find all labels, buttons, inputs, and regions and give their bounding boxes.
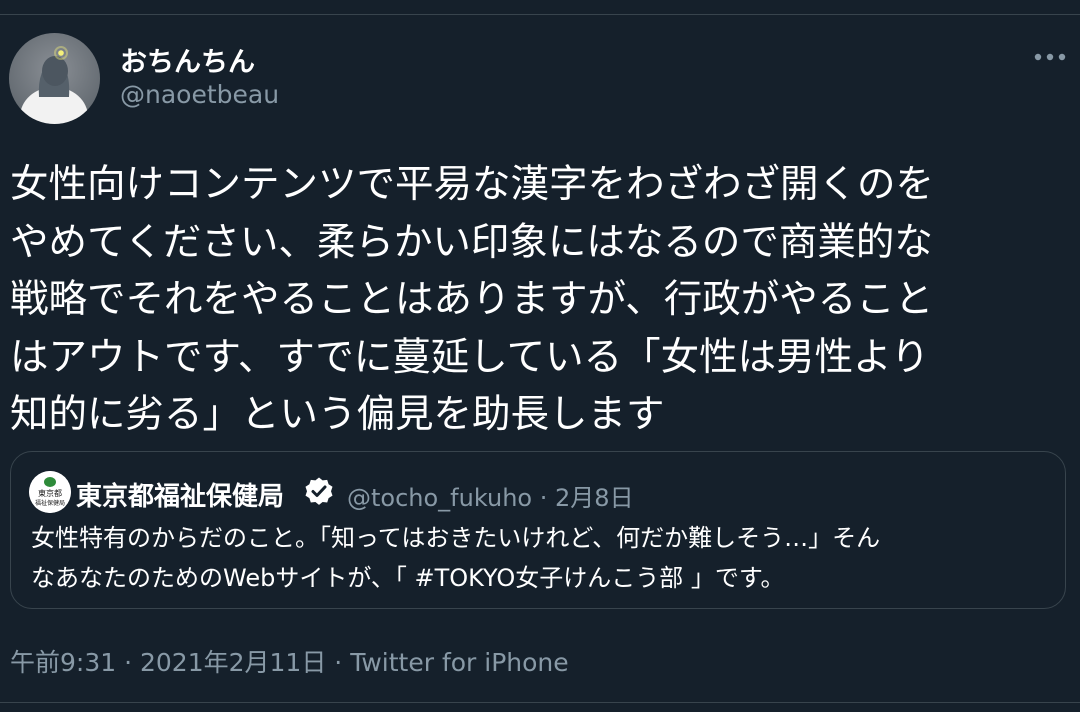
quote-date[interactable]: 2月8日 bbox=[555, 484, 634, 512]
quote-handle[interactable]: @tocho_fukuho bbox=[347, 484, 532, 512]
top-divider bbox=[0, 14, 1080, 15]
tokyo-logo-icon[interactable]: 東京都 福祉保健局 bbox=[29, 471, 71, 513]
footer-separator: · bbox=[124, 648, 133, 677]
tweet-text-line: 女性向けコンテンツで平易な漢字をわざわざ開くのを bbox=[10, 162, 935, 207]
tokyo-logo-text-2: 福祉保健局 bbox=[35, 499, 65, 507]
verified-badge-icon bbox=[303, 476, 335, 508]
quote-text-line: 女性特有のからだのこと。「知ってはおきたいけれど、何だか難しそう…」そん bbox=[31, 524, 881, 552]
tweet-text-line: やめてください、柔らかい印象にはなるので商業的な bbox=[10, 219, 933, 265]
author-display-name[interactable]: おちんちん bbox=[120, 40, 255, 79]
quote-display-name[interactable]: 東京都福祉保健局 bbox=[76, 476, 284, 513]
tweet-text-line: 戦略でそれをやることはありますが、行政がやること bbox=[10, 277, 934, 322]
tweet-footer: 午前9:31 · 2021年2月11日 · Twitter for iPhone bbox=[10, 643, 569, 679]
quote-text-line: なあなたのためのWebサイトが、「 #TOKYO女子けんこう部 」です。 bbox=[31, 564, 785, 592]
quoted-tweet-card[interactable]: 東京都 福祉保健局 東京都福祉保健局 @tocho_fukuho · 2月8日 … bbox=[10, 451, 1066, 609]
tweet-date[interactable]: 2021年2月11日 bbox=[140, 648, 326, 677]
footer-separator: · bbox=[334, 648, 343, 677]
tweet-source[interactable]: Twitter for iPhone bbox=[350, 648, 568, 677]
quote-separator: · bbox=[539, 484, 548, 512]
bottom-divider bbox=[0, 702, 1080, 703]
quote-text: 女性特有のからだのこと。「知ってはおきたいけれど、何だか難しそう…」そん なあな… bbox=[31, 518, 1051, 598]
more-options-icon[interactable] bbox=[1030, 42, 1070, 72]
tweet-text-line: はアウトです、すでに蔓延している「女性は男性より bbox=[10, 334, 930, 380]
quote-meta: @tocho_fukuho · 2月8日 bbox=[347, 478, 634, 513]
tweet-text-line: 知的に劣る」という偏見を助長します bbox=[10, 392, 665, 437]
author-handle[interactable]: @naoetbeau bbox=[120, 80, 279, 109]
tweet-time[interactable]: 午前9:31 bbox=[10, 648, 116, 677]
pigeon-avatar-icon[interactable] bbox=[9, 33, 100, 124]
tokyo-logo-text-1: 東京都 bbox=[38, 488, 62, 498]
tweet-text: 女性向けコンテンツで平易な漢字をわざわざ開くのを やめてください、柔らかい印象に… bbox=[10, 156, 1072, 444]
